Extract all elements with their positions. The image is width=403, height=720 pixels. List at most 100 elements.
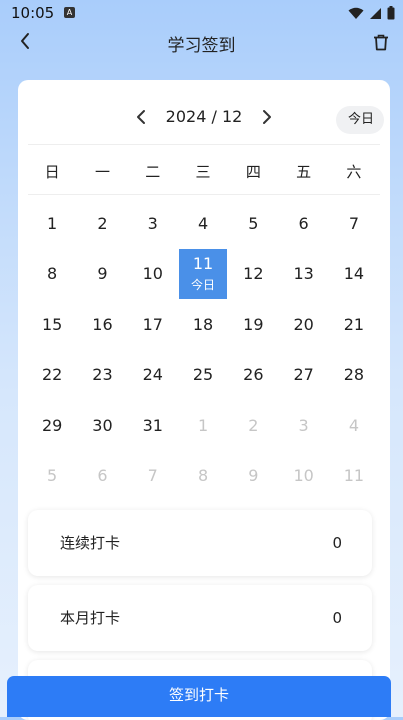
day-number: 18 xyxy=(192,314,214,334)
trash-icon xyxy=(374,34,388,50)
day-number: 11 xyxy=(343,466,365,486)
signal-icon xyxy=(370,7,381,19)
day-number: 6 xyxy=(298,213,309,233)
calendar-day[interactable]: 8 xyxy=(27,249,77,300)
day-number: 21 xyxy=(343,314,365,334)
day-number: 22 xyxy=(41,365,63,385)
day-number: 16 xyxy=(92,314,113,334)
day-number: 17 xyxy=(142,314,163,334)
day-number: 29 xyxy=(41,415,63,435)
calendar-day[interactable]: 27 xyxy=(278,350,328,401)
streak-stat-card: 连续打卡 0 xyxy=(28,510,372,576)
chevron-right-icon xyxy=(263,110,271,124)
day-number: 30 xyxy=(92,415,113,435)
day-number: 27 xyxy=(293,365,314,385)
calendar-day[interactable]: 23 xyxy=(77,350,127,401)
day-number: 2 xyxy=(97,213,108,233)
calendar-day[interactable]: 21 xyxy=(329,299,379,350)
day-number: 7 xyxy=(348,213,360,233)
day-number: 20 xyxy=(293,314,314,334)
weekday-label: 三 xyxy=(195,163,211,181)
calendar-day-today[interactable]: 11 今日 xyxy=(178,248,228,299)
weekday-label: 六 xyxy=(346,163,362,181)
weekday-label: 一 xyxy=(94,163,110,181)
next-month-button[interactable] xyxy=(256,106,278,128)
calendar-day[interactable]: 9 xyxy=(77,249,127,300)
calendar-day[interactable]: 7 xyxy=(128,451,178,502)
weekday-label: 日 xyxy=(44,163,60,181)
calendar-day[interactable]: 22 xyxy=(27,350,77,401)
prev-month-button[interactable] xyxy=(130,106,152,128)
calendar-day[interactable]: 26 xyxy=(228,350,278,401)
calendar-day[interactable]: 30 xyxy=(77,400,127,451)
calendar-day[interactable]: 2 xyxy=(228,400,278,451)
day-number: 28 xyxy=(343,365,365,385)
calendar-day[interactable]: 10 xyxy=(278,451,328,502)
day-number: 8 xyxy=(197,466,209,486)
calendar-day[interactable]: 31 xyxy=(128,400,178,451)
page-title: 学习签到 xyxy=(167,36,236,56)
month-navigation: 2024 / 12 今日 xyxy=(18,102,390,134)
calendar-day[interactable]: 25 xyxy=(178,350,228,401)
day-number: 11 xyxy=(192,254,214,274)
day-number: 9 xyxy=(97,264,108,284)
day-number: 14 xyxy=(343,264,365,284)
calendar-day[interactable]: 3 xyxy=(278,400,328,451)
calendar-day[interactable]: 11 xyxy=(329,451,379,502)
calendar-day[interactable]: 6 xyxy=(278,198,328,249)
calendar-day[interactable]: 15 xyxy=(27,299,77,350)
day-number: 6 xyxy=(97,466,108,486)
calendar-day[interactable]: 2 xyxy=(77,198,127,249)
wifi-icon xyxy=(348,7,364,19)
calendar-day[interactable]: 17 xyxy=(128,299,178,350)
calendar-day[interactable]: 18 xyxy=(178,299,228,350)
calendar-day[interactable]: 9 xyxy=(228,451,278,502)
calendar-day[interactable]: 24 xyxy=(128,350,178,401)
checkin-button[interactable]: 签到打卡 xyxy=(7,676,391,717)
calendar-day[interactable]: 7 xyxy=(329,198,379,249)
day-number: 15 xyxy=(41,314,63,334)
calendar-day[interactable]: 13 xyxy=(278,249,328,300)
day-number: 3 xyxy=(147,213,158,233)
today-button[interactable]: 今日 xyxy=(336,106,384,134)
day-number: 23 xyxy=(92,365,113,385)
day-number: 5 xyxy=(47,466,58,486)
calendar-day[interactable]: 3 xyxy=(128,198,178,249)
chevron-left-icon xyxy=(137,110,145,124)
calendar-day[interactable]: 1 xyxy=(27,198,77,249)
day-number: 3 xyxy=(298,415,309,435)
day-number: 8 xyxy=(47,264,58,284)
divider xyxy=(28,194,380,195)
calendar-day[interactable]: 19 xyxy=(228,299,278,350)
day-number: 26 xyxy=(243,365,264,385)
day-number: 4 xyxy=(197,213,209,233)
calendar-day[interactable]: 6 xyxy=(77,451,127,502)
day-number: 19 xyxy=(243,314,264,334)
weekday-label: 五 xyxy=(296,163,312,181)
calendar-day[interactable]: 20 xyxy=(278,299,328,350)
calendar-card: 2024 / 12 今日 日 一 二 三 四 五 六 1 2 3 4 5 6 7 8 9 10 11… xyxy=(18,80,390,720)
calendar-day[interactable]: 29 xyxy=(27,400,77,451)
streak-value: 0 xyxy=(332,534,342,552)
day-number: 2 xyxy=(248,415,259,435)
month-count-value: 0 xyxy=(332,609,342,627)
calendar-day[interactable]: 14 xyxy=(329,249,379,300)
day-number: 1 xyxy=(197,415,209,435)
calendar-day[interactable]: 4 xyxy=(178,198,228,249)
calendar-day[interactable]: 12 xyxy=(228,249,278,300)
calendar-day[interactable]: 1 xyxy=(178,400,228,451)
delete-button[interactable] xyxy=(371,32,391,52)
divider xyxy=(28,144,380,145)
calendar-day[interactable]: 5 xyxy=(27,451,77,502)
weekday-header: 日 一 二 三 四 五 六 xyxy=(27,160,379,184)
calendar-day[interactable]: 10 xyxy=(128,249,178,300)
calendar-day[interactable]: 16 xyxy=(77,299,127,350)
day-number: 7 xyxy=(147,466,158,486)
day-number: 31 xyxy=(142,415,163,435)
calendar-day[interactable]: 8 xyxy=(178,451,228,502)
calendar-day[interactable]: 5 xyxy=(228,198,278,249)
calendar-day[interactable]: 28 xyxy=(329,350,379,401)
calendar-day[interactable]: 4 xyxy=(329,400,379,451)
month-count-label: 本月打卡 xyxy=(60,609,121,627)
day-number: 13 xyxy=(293,264,314,284)
